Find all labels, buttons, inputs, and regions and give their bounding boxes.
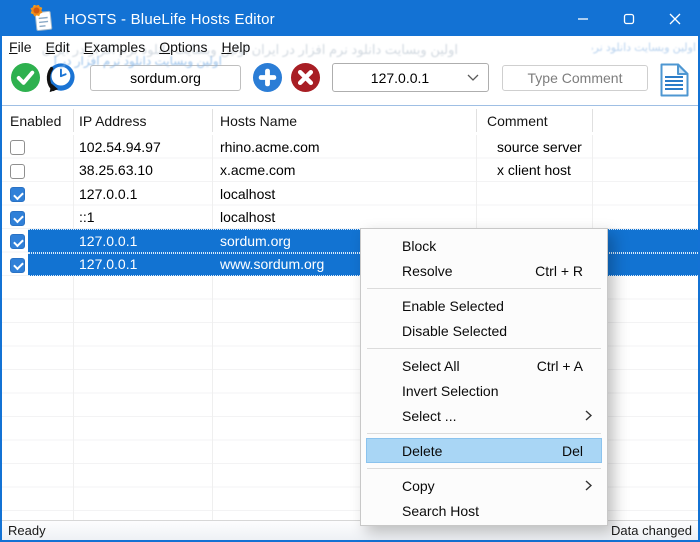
table-row[interactable]: 102.54.94.97 rhino.acme.com source serve… xyxy=(2,135,698,159)
app-icon xyxy=(29,5,55,33)
app-window: HOSTS - BlueLife Hosts Editor File Edit … xyxy=(0,0,700,542)
table-row[interactable]: ::1 localhost xyxy=(2,206,698,230)
ip-cell: ::1 xyxy=(73,209,212,225)
menu-item-delete[interactable]: Delete Del xyxy=(366,438,602,463)
context-menu: Block Resolve Ctrl + R Enable Selected D… xyxy=(360,228,608,526)
host-name-input[interactable] xyxy=(90,65,241,91)
status-left: Ready xyxy=(8,523,46,538)
menu-bar: File Edit Examples Options Help xyxy=(2,36,698,58)
column-header-host[interactable]: Hosts Name xyxy=(212,113,476,129)
host-cell: localhost xyxy=(212,186,476,202)
ip-cell: 127.0.0.1 xyxy=(73,256,212,272)
status-right: Data changed xyxy=(611,523,692,538)
menu-item-select-all[interactable]: Select All Ctrl + A xyxy=(366,353,602,378)
window-controls xyxy=(560,2,698,36)
menu-separator xyxy=(367,468,601,469)
ip-select-value: 127.0.0.1 xyxy=(333,70,467,86)
ip-cell: 102.54.94.97 xyxy=(73,139,212,155)
toolbar: 127.0.0.1 xyxy=(2,58,698,106)
ip-cell: 127.0.0.1 xyxy=(73,233,212,249)
minimize-button[interactable] xyxy=(560,2,606,36)
comment-input[interactable] xyxy=(502,65,648,91)
column-header-enabled[interactable]: Enabled xyxy=(2,113,73,129)
host-cell: rhino.acme.com xyxy=(212,139,476,155)
menu-item-search-host[interactable]: Search Host xyxy=(366,498,602,523)
enabled-checkbox[interactable] xyxy=(10,234,25,249)
menu-examples[interactable]: Examples xyxy=(84,39,145,55)
close-icon xyxy=(669,13,681,25)
menu-help[interactable]: Help xyxy=(221,39,250,55)
menu-separator xyxy=(367,348,601,349)
ip-cell: 38.25.63.10 xyxy=(73,162,212,178)
host-cell: x.acme.com xyxy=(212,162,476,178)
comment-cell: x client host xyxy=(476,162,698,178)
enabled-checkbox[interactable] xyxy=(10,140,25,155)
menu-file[interactable]: File xyxy=(9,39,32,55)
menu-item-copy[interactable]: Copy xyxy=(366,473,602,498)
table-header: Enabled IP Address Hosts Name Comment xyxy=(2,106,698,136)
close-button[interactable] xyxy=(652,2,698,36)
enabled-checkbox[interactable] xyxy=(10,258,25,273)
column-header-comment[interactable]: Comment xyxy=(476,113,698,129)
delete-x-icon[interactable] xyxy=(290,62,321,93)
ip-address-select[interactable]: 127.0.0.1 xyxy=(332,63,489,92)
menu-separator xyxy=(367,288,601,289)
ip-cell: 127.0.0.1 xyxy=(73,186,212,202)
menu-item-block[interactable]: Block xyxy=(366,233,602,258)
enabled-checkbox[interactable] xyxy=(10,187,25,202)
menu-item-invert-selection[interactable]: Invert Selection xyxy=(366,378,602,403)
minimize-icon xyxy=(577,13,589,25)
hosts-file-icon[interactable] xyxy=(660,63,689,97)
menu-item-enable-selected[interactable]: Enable Selected xyxy=(366,293,602,318)
maximize-icon xyxy=(623,13,635,25)
table-row[interactable]: 127.0.0.1 localhost xyxy=(2,182,698,206)
maximize-button[interactable] xyxy=(606,2,652,36)
host-cell: localhost xyxy=(212,209,476,225)
menu-separator xyxy=(367,433,601,434)
submenu-arrow-icon xyxy=(585,480,592,491)
menu-item-disable-selected[interactable]: Disable Selected xyxy=(366,318,602,343)
add-plus-icon[interactable] xyxy=(252,62,283,93)
window-title: HOSTS - BlueLife Hosts Editor xyxy=(64,11,275,28)
enabled-checkbox[interactable] xyxy=(10,164,25,179)
comment-cell: source server xyxy=(476,139,698,155)
table-row[interactable]: 38.25.63.10 x.acme.com x client host xyxy=(2,159,698,183)
menu-edit[interactable]: Edit xyxy=(46,39,70,55)
menu-item-resolve[interactable]: Resolve Ctrl + R xyxy=(366,258,602,283)
column-header-ip[interactable]: IP Address xyxy=(73,113,212,129)
chevron-down-icon xyxy=(467,74,479,82)
apply-check-icon[interactable] xyxy=(10,62,41,93)
enabled-checkbox[interactable] xyxy=(10,211,25,226)
menu-item-select-submenu[interactable]: Select ... xyxy=(366,403,602,428)
menu-options[interactable]: Options xyxy=(159,39,207,55)
restore-clock-icon[interactable] xyxy=(44,62,76,94)
title-bar: HOSTS - BlueLife Hosts Editor xyxy=(2,2,698,36)
submenu-arrow-icon xyxy=(585,410,592,421)
